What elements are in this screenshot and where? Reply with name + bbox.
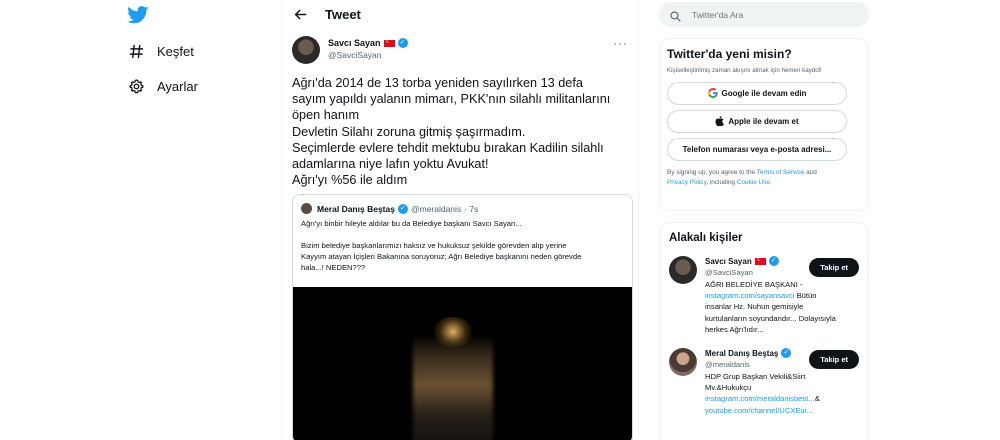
signup-subtitle: Kişiselleştirilmiş zaman akışını almak i… [667, 67, 822, 74]
tweet-text-line: öpen hanım [292, 108, 360, 123]
bio-line: AĞRI BELEDİYE BAŞKANI - [705, 280, 803, 289]
hashtag-icon [128, 43, 144, 59]
quote-text-line: Ağrı'yı binbir hileyle aldılar bu da Bel… [301, 219, 522, 229]
follow-button[interactable]: Takip et [809, 258, 859, 277]
bio-line: kurtulanların soyundandır... Dolayısıyla [705, 313, 836, 323]
bio-line: Mv.&Hukukçu [705, 383, 752, 393]
tweet-text-line: Seçimlerde evlere tehdit mektubu bırakan… [292, 140, 604, 155]
column-header: Tweet [282, 0, 638, 28]
bio-line: herkes Ağrı'lıdır... [705, 324, 764, 334]
video-frame-crowd [413, 335, 493, 440]
follow-button[interactable]: Takip et [809, 350, 859, 370]
quote-author-name: Meral Danış Beştaş [317, 203, 395, 214]
quote-text-line: Bizim belediye başkanlarımızı haksız ve … [301, 240, 567, 250]
bio-link[interactable]: youtube.com/channel/UCXEui... [705, 406, 813, 415]
tweet-author-row: Savcı Sayan ✓ @SavciSayan ··· [292, 36, 628, 70]
verified-badge-icon: ✓ [397, 203, 408, 214]
bio-line: HDP Grup Başkan Vekili&Siirt [705, 372, 806, 382]
author-name: Savcı Sayan [328, 38, 381, 48]
quote-time: · 7s [464, 203, 479, 214]
nav-explore[interactable]: Keşfet [128, 39, 194, 63]
terms-text: By signing up, you agree to the Terms of… [667, 168, 861, 188]
author-meta: Savcı Sayan ✓ @SavciSayan [328, 36, 613, 60]
related-people-card: Alakalı kişiler Savcı Sayan ✓ @SavciSaya… [659, 222, 869, 440]
quote-header: Meral Danış Beştaş ✓ @meraldanis · 7s [293, 195, 632, 215]
gear-icon [128, 78, 144, 94]
person-name: Meral Danış Beştaş [705, 348, 779, 358]
terms-end: . [769, 179, 772, 186]
apple-icon [715, 115, 725, 128]
back-arrow-icon[interactable] [292, 6, 308, 22]
person-bio: HDP Grup Başkan Vekili&Siirt Mv.&Hukukçu… [705, 371, 859, 416]
tweet-text-line: Ağrı'da 2014 de 13 torba yeniden sayılır… [292, 76, 583, 90]
terms-of-service-link[interactable]: Terms of Service [757, 169, 805, 176]
tweet-text: Ağrı'da 2014 de 13 torba yeniden sayılır… [292, 75, 627, 188]
tweet-text-line: adamlarına niye lafın yoktu Avukat! [292, 157, 489, 172]
privacy-policy-link[interactable]: Privacy Policy [667, 179, 706, 186]
google-signup-button[interactable]: Google ile devam edin [667, 82, 847, 105]
related-person[interactable]: Meral Danış Beştaş ✓ @meraldanis HDP Gru… [669, 348, 859, 416]
tweet-text-line: Devletin Silahı zoruna gitmiş şaşırmadım… [292, 124, 526, 139]
phone-email-signup-label: Telefon numarası veya e-posta adresi... [682, 145, 832, 154]
apple-signup-button[interactable]: Apple ile devam et [667, 110, 847, 133]
signup-card: Twitter'da yeni misin? Kişiselleştirilmi… [659, 38, 869, 211]
bio-link[interactable]: instagram.com/meraldanisbest... [705, 394, 815, 403]
page-title: Tweet [325, 6, 361, 22]
quote-author-handle: @meraldanis [410, 203, 462, 214]
cookie-use-link[interactable]: Cookie Use [737, 179, 770, 186]
terms-and: and [806, 169, 817, 176]
phone-email-signup-button[interactable]: Telefon numarası veya e-posta adresi... [667, 138, 847, 161]
terms-including: , including [706, 179, 736, 186]
tweet-text-line: Ağrı'yı %56 ile aldım [292, 173, 408, 188]
bio-line: Bütün [796, 291, 817, 301]
nav-settings[interactable]: Ayarlar [128, 74, 198, 98]
verified-badge-icon: ✓ [397, 38, 408, 48]
verified-badge-icon: ✓ [768, 256, 779, 266]
search-icon [670, 9, 682, 22]
person-name: Savcı Sayan [705, 256, 752, 266]
nav-explore-label: Keşfet [157, 43, 194, 59]
avatar[interactable] [292, 36, 320, 64]
nav-settings-label: Ayarlar [157, 78, 198, 94]
tweet-column: Tweet Savcı Sayan ✓ @SavciSayan ··· Ağrı… [281, 0, 639, 440]
avatar[interactable] [669, 348, 697, 377]
right-sidebar: Twitter'da yeni misin? Kişiselleştirilmi… [659, 0, 869, 440]
terms-prefix: By signing up, you agree to the [667, 169, 756, 176]
bio-line: & [814, 394, 820, 404]
author-name-row[interactable]: Savcı Sayan ✓ [328, 37, 613, 48]
quote-avatar [301, 203, 312, 215]
quote-text: Ağrı'yı binbir hileyle aldılar bu da Bel… [293, 214, 632, 273]
verified-badge-icon: ✓ [781, 348, 792, 359]
google-icon [707, 87, 718, 100]
person-bio: AĞRI BELEDİYE BAŞKANI - instagram.com/sa… [705, 279, 859, 335]
related-title: Alakalı kişiler [669, 232, 743, 244]
turkey-flag-icon [754, 255, 766, 265]
tweet: Savcı Sayan ✓ @SavciSayan ··· Ağrı'da 20… [282, 28, 638, 440]
search-box[interactable] [659, 2, 869, 27]
avatar[interactable] [669, 256, 697, 284]
signup-title: Twitter'da yeni misin? [667, 47, 792, 61]
related-person[interactable]: Savcı Sayan ✓ @SavciSayan AĞRI BELEDİYE … [669, 255, 859, 335]
search-input[interactable] [692, 9, 842, 20]
quote-video[interactable] [293, 287, 632, 440]
tweet-text-line: sayım yapıldı yalanın mimarı, PKK'nın si… [292, 92, 611, 107]
google-signup-label: Google ile devam edin [721, 89, 807, 98]
apple-signup-label: Apple ile devam et [728, 117, 799, 126]
more-options-icon[interactable]: ··· [613, 36, 628, 50]
twitter-logo-icon[interactable] [127, 6, 149, 24]
quote-text-line: hala...! NEDEN??? [301, 263, 366, 273]
author-handle[interactable]: @SavciSayan [328, 50, 613, 60]
bio-link[interactable]: instagram.com/sayansavci [705, 291, 794, 300]
quoted-tweet[interactable]: Meral Danış Beştaş ✓ @meraldanis · 7s Ağ… [292, 194, 633, 440]
left-nav: Keşfet Ayarlar [0, 0, 281, 440]
turkey-flag-icon [383, 37, 395, 47]
quote-text-line: Kayyım atayan İçişleri Bakanına soruyoru… [301, 251, 582, 261]
bio-line: insanlar Hz. Nuhun gemisiyle [705, 302, 804, 312]
